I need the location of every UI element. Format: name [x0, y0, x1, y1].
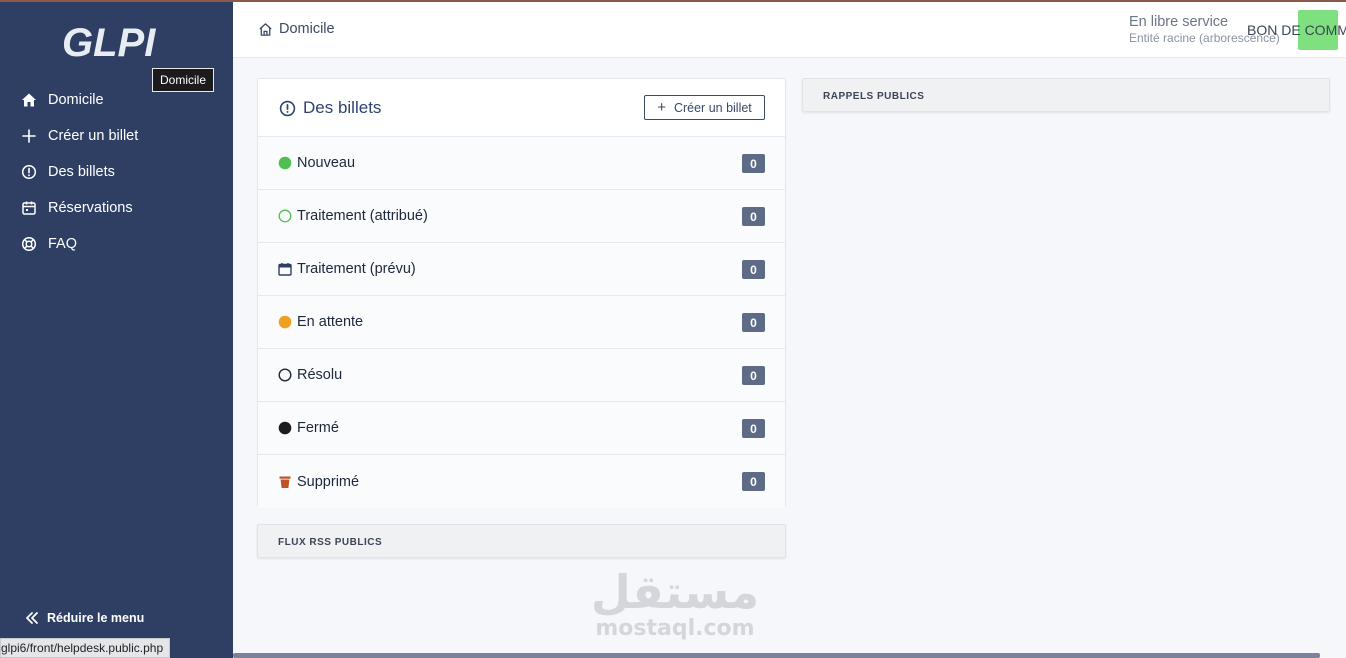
- horizontal-scrollbar[interactable]: [233, 653, 1320, 658]
- green-ring-icon: [278, 209, 292, 223]
- status-label: Résolu: [297, 367, 343, 383]
- green-dot-icon: [278, 156, 292, 170]
- sidebar-item-label: Des billets: [48, 164, 115, 180]
- create-ticket-label: Créer un billet: [673, 100, 752, 115]
- tickets-title-text: Des billets: [303, 98, 382, 117]
- ticket-status-row-deleted[interactable]: Supprimé 0: [258, 455, 785, 508]
- ticket-status-row-solved[interactable]: Résolu 0: [258, 349, 785, 402]
- tickets-card-header: Des billets + Créer un billet: [258, 79, 785, 137]
- ticket-status-row-waiting[interactable]: En attente 0: [258, 296, 785, 349]
- status-count-badge: 0: [742, 313, 765, 332]
- top-header: Domicile En libre service Entité racine …: [233, 2, 1346, 58]
- public-rss-panel[interactable]: FLUX RSS PUBLICS: [257, 524, 786, 558]
- watermark: مستقل mostaql.com: [590, 568, 760, 644]
- user-menu-name[interactable]: BON DE COMM: [1247, 22, 1346, 38]
- status-label: Traitement (prévu): [297, 261, 416, 277]
- sidebar-tooltip: Domicile: [152, 68, 215, 92]
- calendar-icon: [278, 262, 292, 276]
- create-ticket-button[interactable]: + Créer un billet: [644, 95, 765, 120]
- tickets-card: Des billets + Créer un billet Nouveau 0 …: [257, 78, 786, 508]
- status-bar-url: glpi6/front/helpdesk.public.php: [0, 638, 171, 658]
- public-reminders-panel[interactable]: RAPPELS PUBLICS: [802, 78, 1330, 112]
- sidebar-item-create-ticket[interactable]: Créer un billet: [0, 118, 233, 154]
- panel-title: RAPPELS PUBLICS: [823, 91, 925, 102]
- alert-circle-icon: [279, 99, 297, 117]
- watermark-latin: mostaql.com: [595, 616, 755, 641]
- double-chevron-left-icon: [24, 609, 42, 627]
- status-label: Nouveau: [297, 155, 356, 171]
- sidebar: GLPI Domicile Créer un billet Des billet…: [0, 2, 233, 658]
- status-label: Supprimé: [297, 473, 360, 490]
- home-outline-icon: [258, 21, 274, 37]
- status-count-badge: 0: [742, 154, 765, 173]
- glpi-logo[interactable]: GLPI: [62, 16, 172, 66]
- ticket-status-row-planned[interactable]: Traitement (prévu) 0: [258, 243, 785, 296]
- panel-title: FLUX RSS PUBLICS: [278, 537, 383, 548]
- lifebuoy-icon: [20, 235, 38, 253]
- collapse-menu-button[interactable]: Réduire le menu: [24, 609, 144, 627]
- status-count-badge: 0: [742, 207, 765, 226]
- breadcrumb-label: Domicile: [279, 21, 335, 37]
- orange-dot-icon: [278, 315, 292, 329]
- status-count-badge: 0: [742, 419, 765, 438]
- svg-text:GLPI: GLPI: [62, 21, 156, 65]
- trash-icon: [278, 475, 292, 489]
- status-label: Fermé: [297, 420, 339, 436]
- sidebar-item-reservations[interactable]: Réservations: [0, 190, 233, 226]
- sidebar-item-label: Créer un billet: [48, 128, 139, 144]
- sidebar-item-faq[interactable]: FAQ: [0, 226, 233, 262]
- black-dot-icon: [278, 421, 292, 435]
- sidebar-item-label: Réservations: [48, 200, 133, 216]
- ticket-status-row-closed[interactable]: Fermé 0: [258, 402, 785, 455]
- sidebar-item-tickets[interactable]: Des billets: [0, 154, 233, 190]
- alert-circle-icon: [20, 163, 38, 181]
- ticket-status-row-new[interactable]: Nouveau 0: [258, 137, 785, 190]
- black-ring-icon: [278, 368, 292, 382]
- status-count-badge: 0: [742, 472, 765, 491]
- home-icon: [20, 91, 38, 109]
- ticket-status-row-assigned[interactable]: Traitement (attribué) 0: [258, 190, 785, 243]
- collapse-menu-label: Réduire le menu: [47, 611, 145, 625]
- calendar-icon: [20, 199, 38, 217]
- sidebar-item-label: Domicile: [48, 92, 104, 108]
- sidebar-nav: Domicile Créer un billet Des billets Rés…: [0, 82, 233, 262]
- status-count-badge: 0: [742, 260, 765, 279]
- plus-icon: +: [657, 99, 666, 116]
- sidebar-item-label: FAQ: [48, 236, 78, 252]
- watermark-arabic: مستقل: [590, 565, 760, 619]
- tickets-card-title: Des billets: [279, 98, 381, 118]
- status-label: En attente: [297, 314, 364, 330]
- status-label: Traitement (attribué): [297, 208, 428, 224]
- breadcrumb[interactable]: Domicile: [258, 21, 335, 37]
- status-count-badge: 0: [742, 366, 765, 385]
- plus-icon: [20, 127, 38, 145]
